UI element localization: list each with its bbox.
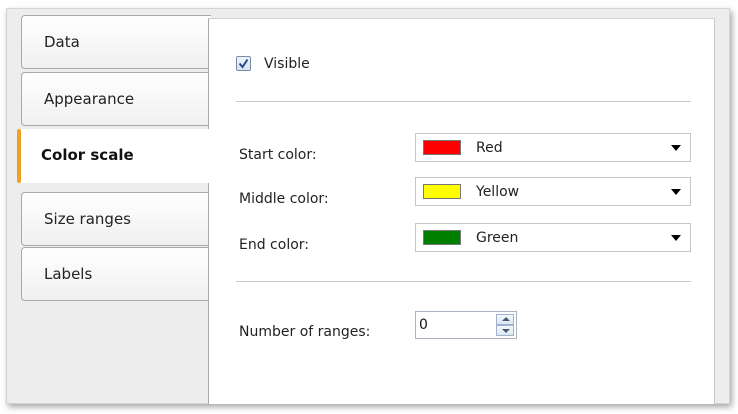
start-color-dropdown[interactable]: Red bbox=[415, 133, 691, 162]
tab-label: Data bbox=[44, 33, 80, 51]
arrow-down-icon bbox=[502, 329, 510, 333]
color-swatch bbox=[423, 230, 461, 245]
chevron-down-icon bbox=[671, 235, 681, 241]
increment-button[interactable] bbox=[496, 314, 514, 325]
start-color-label: Start color: bbox=[239, 147, 317, 163]
middle-color-label: Middle color: bbox=[239, 191, 329, 207]
color-swatch bbox=[423, 140, 461, 155]
tab-data[interactable]: Data bbox=[21, 15, 211, 69]
end-color-dropdown[interactable]: Green bbox=[415, 223, 691, 252]
chevron-down-icon bbox=[671, 145, 681, 151]
color-scale-panel: Visible Start color: Red Middle color: Y… bbox=[208, 18, 715, 404]
chevron-down-icon bbox=[671, 189, 681, 195]
number-of-ranges-label: Number of ranges: bbox=[239, 324, 371, 340]
visible-label: Visible bbox=[264, 56, 310, 72]
dropdown-value: Red bbox=[476, 140, 503, 156]
tab-labels[interactable]: Labels bbox=[21, 247, 211, 301]
tab-color-scale[interactable]: Color scale bbox=[17, 129, 212, 183]
check-icon bbox=[238, 58, 249, 69]
tab-label: Color scale bbox=[41, 146, 134, 164]
arrow-up-icon bbox=[502, 317, 510, 321]
end-color-label: End color: bbox=[239, 237, 309, 253]
properties-window: Data Appearance Size ranges Labels Visib… bbox=[6, 8, 730, 404]
tab-label: Size ranges bbox=[44, 210, 131, 228]
decrement-button[interactable] bbox=[496, 325, 514, 336]
tab-size-ranges[interactable]: Size ranges bbox=[21, 192, 211, 246]
separator bbox=[236, 281, 691, 282]
number-of-ranges-spinner[interactable]: 0 bbox=[415, 311, 517, 339]
color-swatch bbox=[423, 184, 461, 199]
tab-appearance[interactable]: Appearance bbox=[21, 72, 211, 126]
tab-label: Appearance bbox=[44, 90, 135, 108]
spinner-buttons bbox=[496, 314, 514, 336]
dropdown-value: Yellow bbox=[476, 184, 520, 200]
middle-color-dropdown[interactable]: Yellow bbox=[415, 177, 691, 206]
dropdown-value: Green bbox=[476, 230, 519, 246]
separator bbox=[236, 101, 691, 102]
spinner-value[interactable]: 0 bbox=[419, 317, 428, 333]
visible-checkbox[interactable] bbox=[236, 56, 251, 71]
tab-label: Labels bbox=[44, 265, 93, 283]
